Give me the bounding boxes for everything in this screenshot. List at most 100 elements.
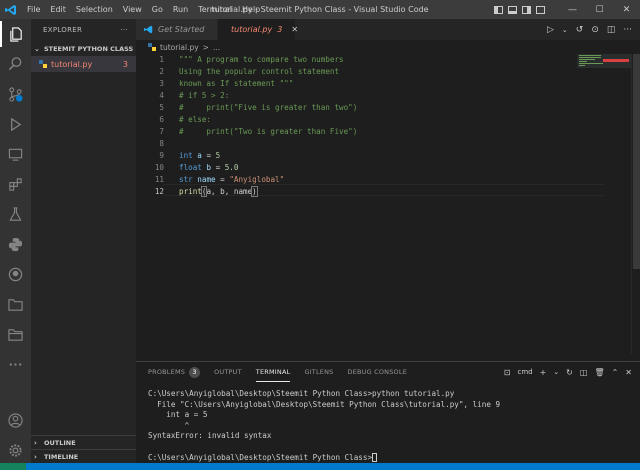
source-control-icon[interactable] <box>0 81 31 107</box>
gitlens-icon[interactable]: ⊙ <box>591 25 599 35</box>
project-manager-icon[interactable] <box>0 291 31 317</box>
tab-label: TERMINAL <box>255 367 291 376</box>
code-token: str <box>179 175 193 184</box>
python-file-icon <box>148 43 156 51</box>
close-tab-icon[interactable]: ✕ <box>291 25 298 34</box>
tab-gitlens[interactable]: GITLENS <box>304 362 333 382</box>
maximize-panel-icon[interactable]: ⌃ <box>612 368 619 377</box>
more-actions-icon[interactable]: ··· <box>623 25 632 35</box>
line-number: 11 <box>154 175 164 184</box>
testing-icon[interactable] <box>0 201 31 227</box>
tab-get-started[interactable]: Get Started <box>136 19 218 40</box>
explorer-icon[interactable] <box>0 21 31 47</box>
outline-section[interactable]: › OUTLINE <box>31 435 136 449</box>
python-file-icon <box>39 60 47 68</box>
search-icon[interactable] <box>0 50 31 76</box>
close-panel-icon[interactable]: ✕ <box>625 368 632 377</box>
open-changes-icon[interactable]: ↺ <box>576 25 584 35</box>
terminal-shell-name[interactable]: cmd <box>517 368 532 376</box>
code-text: # else: <box>179 115 212 124</box>
close-button[interactable]: ✕ <box>613 0 640 19</box>
outline-label: OUTLINE <box>44 438 76 447</box>
code-text: Using the popular control statement <box>179 67 340 76</box>
terminal-dropdown-icon[interactable]: ⌄ <box>553 368 559 376</box>
code-token: int <box>179 151 193 160</box>
folder-section-header[interactable]: ⌄ STEEMIT PYTHON CLASS <box>31 41 136 56</box>
github-icon[interactable] <box>0 261 31 287</box>
terminal-cursor <box>372 453 378 463</box>
python-icon[interactable] <box>0 231 31 257</box>
tab-label: Get Started <box>158 25 205 34</box>
customize-layout-icon[interactable] <box>536 5 545 14</box>
file-item-tutorial-py[interactable]: tutorial.py 3 <box>31 56 136 72</box>
line-number: 8 <box>159 139 164 148</box>
menu-edit[interactable]: Edit <box>45 0 71 19</box>
code-editor[interactable]: 1 """ A program to compare two numbers 2 U… <box>136 54 630 354</box>
code-token: float <box>179 163 202 172</box>
folder-name: STEEMIT PYTHON CLASS <box>44 44 134 53</box>
code-token: "Anyiglobal" <box>229 175 285 184</box>
tab-label: DEBUG CONSOLE <box>347 368 408 376</box>
code-token: = <box>201 151 216 160</box>
new-terminal-icon[interactable]: + <box>540 368 547 377</box>
kill-terminal-icon[interactable]: 🗑 <box>594 368 604 377</box>
run-debug-icon[interactable] <box>0 111 31 137</box>
settings-gear-icon[interactable] <box>0 437 31 463</box>
breadcrumb: tutorial.py > ... <box>136 40 640 54</box>
editor-scrollbar[interactable] <box>631 54 640 354</box>
timeline-label: TIMELINE <box>44 452 79 461</box>
more-icon[interactable] <box>0 351 31 377</box>
minimize-button[interactable]: — <box>559 0 586 19</box>
minimap[interactable] <box>577 54 631 354</box>
toggle-panel-icon[interactable] <box>508 5 517 14</box>
layout-controls <box>494 5 545 14</box>
explorer-header: EXPLORER ··· <box>31 19 136 41</box>
breadcrumb-rest[interactable]: ... <box>213 43 220 52</box>
split-terminal-icon[interactable]: ◫ <box>580 368 588 377</box>
folder-icon[interactable] <box>0 321 31 347</box>
tab-label: GITLENS <box>304 368 334 376</box>
menu-run[interactable]: Run <box>168 0 193 19</box>
editor-tabs: Get Started tutorial.py 3 ✕ ▷ ⌄ ↺ ⊙ ◫ ··… <box>136 19 640 40</box>
terminal-output[interactable]: C:\Users\Anyiglobal\Desktop\Steemit Pyth… <box>148 389 500 463</box>
scrollbar-thumb[interactable] <box>633 54 640 269</box>
tab-output[interactable]: OUTPUT <box>214 362 242 382</box>
restart-terminal-icon[interactable]: ↻ <box>566 368 573 377</box>
tab-debug-console[interactable]: DEBUG CONSOLE <box>347 362 407 382</box>
code-line: 9 int a = 5 <box>136 150 630 162</box>
breadcrumb-file[interactable]: tutorial.py <box>160 43 199 52</box>
account-icon[interactable] <box>0 407 31 433</box>
explorer-more-button[interactable]: ··· <box>120 26 128 34</box>
code-text: # print("Five is greater than two") <box>179 103 358 112</box>
toggle-primary-sidebar-icon[interactable] <box>494 5 503 14</box>
menu-terminal[interactable]: Terminal <box>193 0 237 19</box>
run-dropdown-chevron-icon[interactable]: ⌄ <box>562 26 568 34</box>
remote-explorer-icon[interactable] <box>0 141 31 167</box>
extensions-icon[interactable] <box>0 171 31 197</box>
menu-help[interactable]: Help <box>237 0 265 19</box>
toggle-secondary-sidebar-icon[interactable] <box>522 5 531 14</box>
code-token: a, b, name <box>206 187 253 196</box>
tab-problems[interactable]: PROBLEMS 3 <box>148 362 201 382</box>
timeline-section[interactable]: › TIMELINE <box>31 449 136 463</box>
tab-tutorial-py[interactable]: tutorial.py 3 ✕ <box>218 19 298 40</box>
menu-go[interactable]: Go <box>147 0 168 19</box>
maximize-button[interactable]: ☐ <box>586 0 613 19</box>
terminal-line: File "C:\Users\Anyiglobal\Desktop\Steemi… <box>148 399 501 409</box>
menu-view[interactable]: View <box>118 0 147 19</box>
code-text: known as If statement """ <box>179 79 294 88</box>
menu-file[interactable]: File <box>22 0 45 19</box>
remote-indicator[interactable] <box>0 463 26 470</box>
explorer-sidebar: EXPLORER ··· ⌄ STEEMIT PYTHON CLASS tuto… <box>31 19 136 463</box>
line-number: 10 <box>154 163 164 172</box>
menu-selection[interactable]: Selection <box>71 0 118 19</box>
split-editor-icon[interactable]: ◫ <box>607 25 616 35</box>
tab-terminal[interactable]: TERMINAL <box>255 362 291 382</box>
code-token: 5.0 <box>224 163 239 172</box>
code-token: name <box>197 175 216 184</box>
chevron-right-icon: › <box>34 452 37 461</box>
vscode-tab-icon <box>144 25 153 34</box>
bottom-panel: PROBLEMS 3 OUTPUT TERMINAL GITLENS DEBUG … <box>136 361 640 463</box>
run-python-file-icon[interactable]: ▷ <box>547 25 554 35</box>
terminal-line: C:\Users\Anyiglobal\Desktop\Steemit Pyth… <box>148 389 455 398</box>
